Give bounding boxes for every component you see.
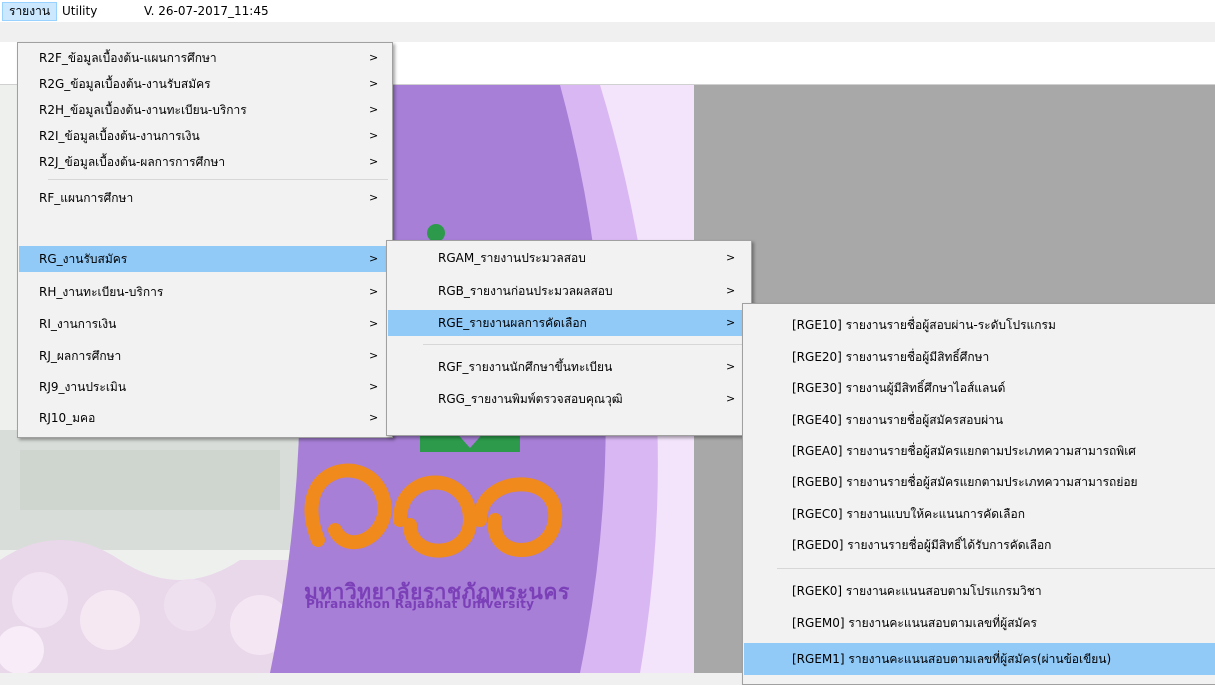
menu-item-rgec0[interactable]: [RGEC0] รายงานแบบให้คะแนนการคัดเลือก [744, 501, 1215, 527]
menu-item-label: [RGEC0] รายงานแบบให้คะแนนการคัดเลือก [792, 507, 1025, 521]
menu-item-label: [RGEB0] รายงานรายชื่อผู้สมัครแยกตามประเภ… [792, 475, 1138, 489]
chevron-right-icon: > [369, 155, 379, 168]
menu-item-label: RJ9_งานประเมิน [39, 380, 127, 394]
menu-item-rgg[interactable]: RGG_รายงานพิมพ์ตรวจสอบคุณวุฒิ > [388, 386, 750, 412]
chevron-right-icon: > [369, 252, 379, 265]
chevron-right-icon: > [726, 316, 736, 329]
menubar: รายงาน Utility V. 26-07-2017_11:45 [0, 0, 1215, 22]
menu-utility[interactable]: Utility [56, 3, 103, 20]
chevron-right-icon: > [369, 349, 379, 362]
menu-report[interactable]: รายงาน [2, 2, 58, 21]
menu-item-label: RI_งานการเงิน [39, 317, 117, 331]
menu-item-label: RGF_รายงานนักศึกษาขึ้นทะเบียน [438, 360, 613, 374]
menu-item-label: [RGEK0] รายงานคะแนนสอบตามโปรแกรมวิชา [792, 584, 1042, 598]
menu-item-label: R2J_ข้อมูลเบื้องต้น-ผลการการศึกษา [39, 155, 226, 169]
menu-item-r2f[interactable]: R2F_ข้อมูลเบื้องต้น-แผนการศึกษา > [19, 45, 391, 71]
rge-submenu: [RGE10] รายงานรายชื่อผู้สอบผ่าน-ระดับโปร… [742, 303, 1215, 685]
chevron-right-icon: > [369, 317, 379, 330]
menu-item-rj10[interactable]: RJ10_มคอ > [19, 405, 391, 431]
chevron-right-icon: > [369, 77, 379, 90]
menu-item-rge[interactable]: RGE_รายงานผลการคัดเลือก > [388, 310, 750, 336]
menu-item-label: RGG_รายงานพิมพ์ตรวจสอบคุณวุฒิ [438, 392, 623, 406]
rg-submenu: RGAM_รายงานประมวลสอบ > RGB_รายงานก่อนประม… [386, 240, 752, 436]
menu-item-label: [RGE20] รายงานรายชื่อผู้มีสิทธิ์ศึกษา [792, 350, 990, 364]
chevron-right-icon: > [369, 411, 379, 424]
menu-item-label: R2H_ข้อมูลเบื้องต้น-งานทะเบียน-บริการ [39, 103, 247, 117]
menu-item-rh[interactable]: RH_งานทะเบียน-บริการ > [19, 279, 391, 305]
menu-item-rge10[interactable]: [RGE10] รายงานรายชื่อผู้สอบผ่าน-ระดับโปร… [744, 312, 1215, 338]
menu-item-label: RGB_รายงานก่อนประมวลผลสอบ [438, 284, 613, 298]
menu-item-rgem1[interactable]: [RGEM1] รายงานคะแนนสอบตามเลขที่ผู้สมัคร(… [744, 643, 1215, 675]
menu-item-rgam[interactable]: RGAM_รายงานประมวลสอบ > [388, 245, 750, 271]
menu-item-label: R2F_ข้อมูลเบื้องต้น-แผนการศึกษา [39, 51, 217, 65]
menu-item-label: RJ_ผลการศึกษา [39, 349, 122, 363]
menu-item-label: RH_งานทะเบียน-บริการ [39, 285, 164, 299]
menu-item-ri[interactable]: RI_งานการเงิน > [19, 311, 391, 337]
menu-item-rged0[interactable]: [RGED0] รายงานรายชื่อผู้มีสิทธิ์ได้รับกา… [744, 532, 1215, 558]
menu-item-r2g[interactable]: R2G_ข้อมูลเบื้องต้น-งานรับสมัคร > [19, 71, 391, 97]
menu-item-label: R2G_ข้อมูลเบื้องต้น-งานรับสมัคร [39, 77, 211, 91]
chevron-right-icon: > [369, 129, 379, 142]
menu-item-label: [RGEM0] รายงานคะแนนสอบตามเลขที่ผู้สมัคร [792, 616, 1037, 630]
menu-item-label: RF_แผนการศึกษา [39, 191, 134, 205]
chevron-right-icon: > [726, 392, 736, 405]
menu-item-rj[interactable]: RJ_ผลการศึกษา > [19, 343, 391, 369]
menu-item-label: RGAM_รายงานประมวลสอบ [438, 251, 586, 265]
chevron-right-icon: > [369, 51, 379, 64]
menu-item-rgek0[interactable]: [RGEK0] รายงานคะแนนสอบตามโปรแกรมวิชา [744, 578, 1215, 604]
menu-item-label: [RGEM1] รายงานคะแนนสอบตามเลขที่ผู้สมัคร(… [792, 652, 1112, 666]
menu-item-label: [RGE40] รายงานรายชื่อผู้สมัครสอบผ่าน [792, 413, 1004, 427]
menu-separator [777, 568, 1215, 569]
menu-item-rf[interactable]: RF_แผนการศึกษา > [19, 185, 391, 211]
menu-item-rgeb0[interactable]: [RGEB0] รายงานรายชื่อผู้สมัครแยกตามประเภ… [744, 469, 1215, 495]
menu-item-r2j[interactable]: R2J_ข้อมูลเบื้องต้น-ผลการการศึกษา > [19, 149, 391, 175]
menu-item-rgem0[interactable]: [RGEM0] รายงานคะแนนสอบตามเลขที่ผู้สมัคร [744, 610, 1215, 636]
menu-item-label: [RGEA0] รายงานรายชื่อผู้สมัครแยกตามประเภ… [792, 444, 1136, 458]
menu-item-label: R2I_ข้อมูลเบื้องต้น-งานการเงิน [39, 129, 200, 143]
menu-item-rge40[interactable]: [RGE40] รายงานรายชื่อผู้สมัครสอบผ่าน [744, 407, 1215, 433]
menu-item-rgb[interactable]: RGB_รายงานก่อนประมวลผลสอบ > [388, 278, 750, 304]
menu-item-label: [RGE10] รายงานรายชื่อผู้สอบผ่าน-ระดับโปร… [792, 318, 1056, 332]
menu-item-rg[interactable]: RG_งานรับสมัคร > [19, 246, 391, 272]
report-menu: R2F_ข้อมูลเบื้องต้น-แผนการศึกษา > R2G_ข้อ… [17, 42, 393, 438]
chevron-right-icon: > [369, 191, 379, 204]
chevron-right-icon: > [726, 360, 736, 373]
chevron-right-icon: > [726, 251, 736, 264]
toolbar-strip [0, 22, 1215, 42]
menu-item-label: [RGE30] รายงานผู้มีสิทธิ์ศึกษาไอส์แลนด์ [792, 381, 1006, 395]
menu-separator [423, 344, 747, 345]
menu-item-label: RGE_รายงานผลการคัดเลือก [438, 316, 587, 330]
version-label: V. 26-07-2017_11:45 [144, 4, 269, 18]
chevron-right-icon: > [369, 380, 379, 393]
menu-item-r2h[interactable]: R2H_ข้อมูลเบื้องต้น-งานทะเบียน-บริการ > [19, 97, 391, 123]
chevron-right-icon: > [369, 285, 379, 298]
menu-item-rj9[interactable]: RJ9_งานประเมิน > [19, 374, 391, 400]
menu-separator [48, 179, 388, 180]
menu-item-rgea0[interactable]: [RGEA0] รายงานรายชื่อผู้สมัครแยกตามประเภ… [744, 438, 1215, 464]
menu-item-label: RJ10_มคอ [39, 411, 96, 425]
logo-english-name: Phranakhon Rajabhat University [306, 597, 535, 611]
menu-item-label: RG_งานรับสมัคร [39, 252, 128, 266]
menu-item-rgf[interactable]: RGF_รายงานนักศึกษาขึ้นทะเบียน > [388, 354, 750, 380]
menu-item-r2i[interactable]: R2I_ข้อมูลเบื้องต้น-งานการเงิน > [19, 123, 391, 149]
menu-item-label: [RGED0] รายงานรายชื่อผู้มีสิทธิ์ได้รับกา… [792, 538, 1052, 552]
chevron-right-icon: > [369, 103, 379, 116]
chevron-right-icon: > [726, 284, 736, 297]
menu-item-rge30[interactable]: [RGE30] รายงานผู้มีสิทธิ์ศึกษาไอส์แลนด์ [744, 375, 1215, 401]
menu-item-rge20[interactable]: [RGE20] รายงานรายชื่อผู้มีสิทธิ์ศึกษา [744, 344, 1215, 370]
